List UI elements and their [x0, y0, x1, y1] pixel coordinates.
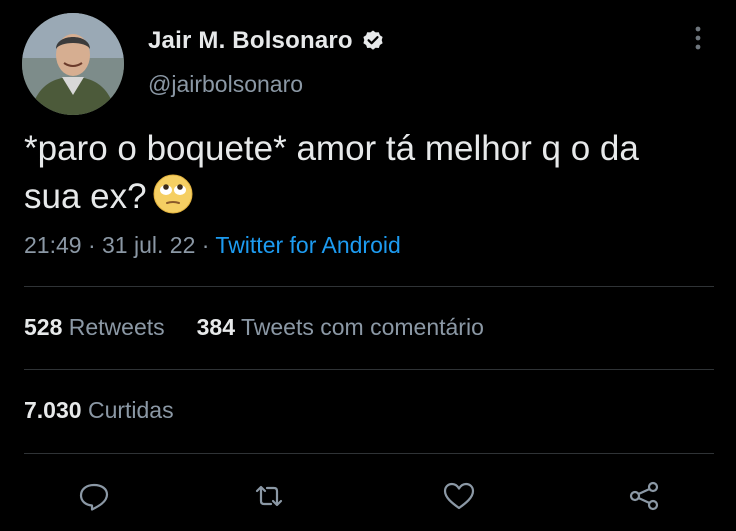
tweet-card: Jair M. Bolsonaro @jairbolsonaro *paro o…: [0, 0, 736, 531]
rolling-eyes-emoji-icon: [153, 174, 193, 214]
author-name[interactable]: Jair M. Bolsonaro: [148, 27, 353, 55]
tweet-time[interactable]: 21:49: [24, 232, 82, 258]
meta-separator: ·: [201, 232, 210, 258]
tweet-source[interactable]: Twitter for Android: [215, 232, 400, 258]
quotes-stat[interactable]: 384 Tweets com comentário: [197, 314, 484, 341]
like-icon[interactable]: [441, 478, 477, 514]
engagement-stats: 528 Retweets 384 Tweets com comentário: [24, 314, 484, 341]
tweet-meta: 21:49 · 31 jul. 22 · Twitter for Android: [24, 232, 401, 259]
avatar[interactable]: [22, 13, 124, 115]
likes-label: Curtidas: [87, 397, 174, 423]
likes-stat[interactable]: 7.030 Curtidas: [24, 397, 174, 424]
retweets-count: 528: [24, 314, 63, 340]
retweet-icon[interactable]: [251, 478, 287, 514]
verified-icon: [361, 29, 385, 53]
author-row: Jair M. Bolsonaro: [148, 27, 385, 55]
tweet-text: *paro o boquete* amor tá melhor q o da s…: [24, 129, 639, 216]
share-icon[interactable]: [626, 478, 662, 514]
divider: [24, 453, 714, 454]
retweets-stat[interactable]: 528 Retweets: [24, 314, 165, 341]
more-icon[interactable]: [693, 24, 703, 52]
likes-count: 7.030: [24, 397, 82, 423]
author-handle[interactable]: @jairbolsonaro: [148, 71, 303, 98]
meta-separator: ·: [87, 232, 96, 258]
reply-icon[interactable]: [76, 478, 112, 514]
tweet-date[interactable]: 31 jul. 22: [102, 232, 195, 258]
quotes-count: 384: [196, 314, 236, 340]
divider: [24, 286, 714, 287]
retweets-label: Retweets: [68, 314, 165, 340]
quotes-label: Tweets com comentário: [241, 314, 484, 340]
tweet-text-container: *paro o boquete* amor tá melhor q o da s…: [24, 125, 704, 221]
divider: [24, 369, 714, 370]
action-bar: [0, 478, 736, 518]
likes-stats: 7.030 Curtidas: [24, 397, 174, 424]
